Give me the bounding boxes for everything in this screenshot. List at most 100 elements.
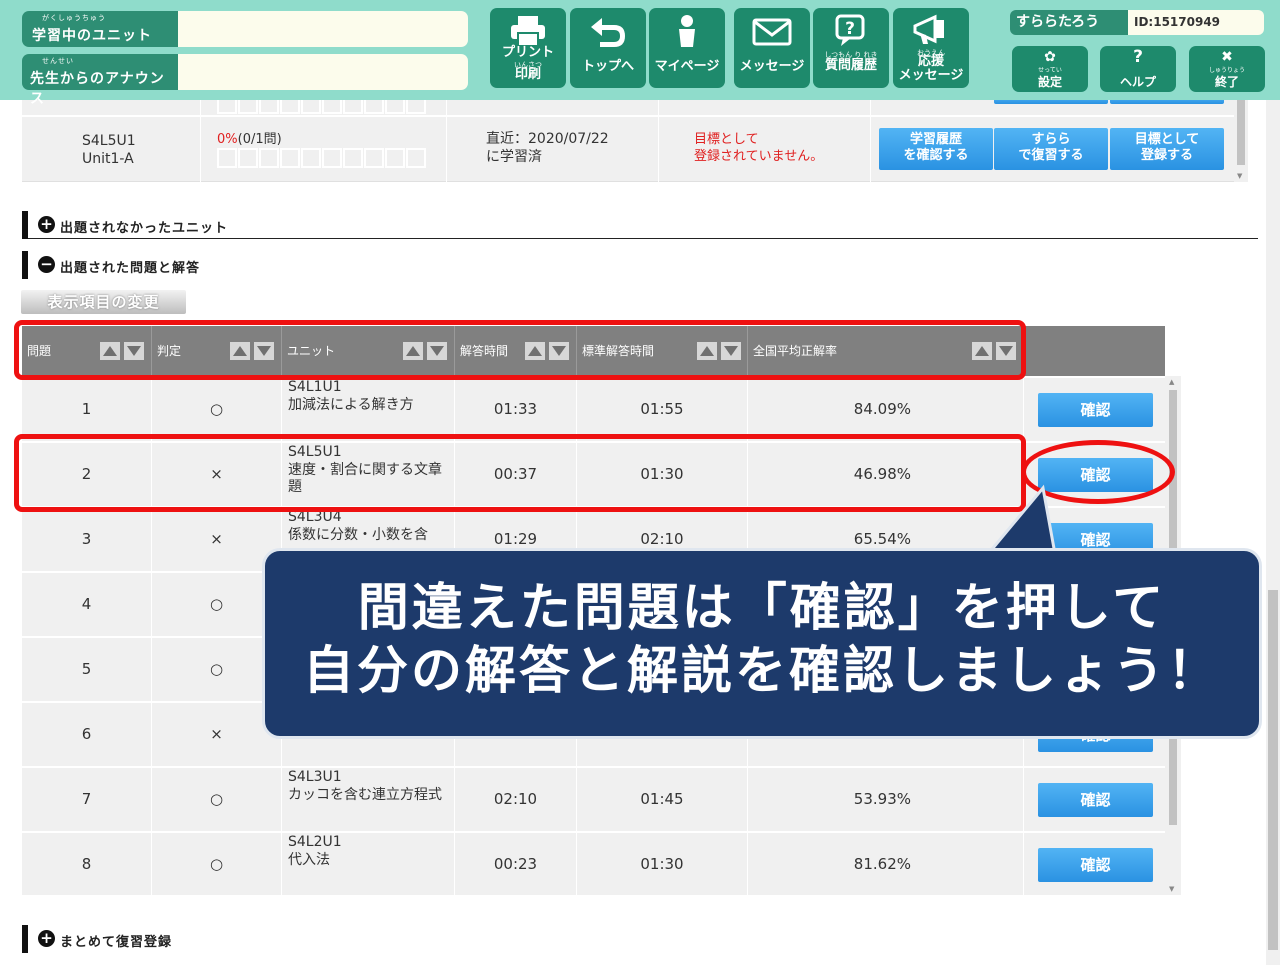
mypage-label: マイページ [654, 59, 720, 74]
learning-unit-value [178, 11, 468, 47]
register-goal-button[interactable]: 目標として 登録する [1110, 128, 1224, 170]
page-scrollbar-thumb[interactable] [1268, 590, 1278, 950]
cell-problem-no: 4 [22, 573, 152, 636]
cell-unit: S4L3U1 カッコを含む連立方程式 [282, 768, 455, 831]
print-label: プリント [501, 45, 554, 60]
cell-problem-no: 5 [22, 638, 152, 701]
learning-unit-row: がくしゅうちゅう 学習中のユニット [22, 11, 468, 47]
section-not-asked[interactable]: + 出題されなかったユニット [22, 211, 1258, 239]
th-problem: 問題 [22, 326, 152, 376]
cell-judge: ○ [152, 833, 282, 895]
settings-button[interactable]: ✿ せってい 設定 [1012, 46, 1088, 92]
confirm-button[interactable]: 確認 [1038, 783, 1153, 817]
review-button[interactable]: すらら で復習する [994, 128, 1108, 170]
sort-std-time[interactable] [693, 342, 741, 360]
cell-std-time: 01:55 [577, 378, 748, 441]
cell-unit: S4L2U1 代入法 [282, 833, 455, 895]
summary-scrollbar-thumb[interactable] [1237, 100, 1245, 165]
page-scrollbar[interactable] [1266, 100, 1280, 965]
settings-label: 設定 [1037, 75, 1062, 89]
sort-problem[interactable] [96, 342, 144, 360]
sort-asc-icon[interactable] [697, 342, 717, 360]
section-asked[interactable]: − 出題された問題と解答 [22, 251, 1258, 279]
section-bulk-review[interactable]: + まとめて復習登録 [22, 925, 1258, 953]
question-bubble-icon: ? [835, 14, 865, 46]
sort-asc-icon[interactable] [100, 342, 120, 360]
cell-national-rate: 53.93% [748, 768, 1024, 831]
sort-asc-icon[interactable] [403, 342, 423, 360]
view-history-button[interactable]: 学習履歴 を確認する [879, 128, 993, 170]
sort-national-rate[interactable] [968, 342, 1016, 360]
sort-judge[interactable] [226, 342, 274, 360]
cell-judge: ○ [152, 378, 282, 441]
cell-unit-code: S4L2U1 [288, 834, 342, 850]
cell-unit: S4L1U1 加減法による解き方 [282, 378, 455, 441]
print-button[interactable]: プリント いんさつ 印刷 [490, 8, 566, 88]
scroll-up-icon[interactable]: ▲ [1169, 378, 1174, 386]
cell-problem-no: 2 [22, 443, 152, 506]
view-history-l2: を確認する [903, 148, 969, 163]
help-button[interactable]: ? ヘルプ [1100, 46, 1176, 92]
question-history-button[interactable]: ? しつもん り れき 質問履歴 [813, 8, 889, 88]
sort-asc-icon[interactable] [972, 342, 992, 360]
cheer-label: 応援 [917, 54, 944, 69]
instruction-callout: 間違えた問題は「確認」を押して 自分の解答と解説を確認しましょう！ [262, 548, 1262, 739]
sort-desc-icon[interactable] [721, 342, 741, 360]
mypage-button[interactable]: マイページ [649, 8, 725, 88]
cell-problem-no: 6 [22, 703, 152, 766]
cell-answer-time: 00:23 [455, 833, 577, 895]
th-std-time-label: 標準解答時間 [582, 344, 655, 358]
plus-circle-icon[interactable]: + [38, 930, 55, 947]
problems-table-header: 問題 判定 ユニット 解答時間 標準解答時間 全国平均正解率 [22, 326, 1165, 376]
user-name: すららたろう [1010, 10, 1128, 35]
cell-answer-time: 02:10 [455, 768, 577, 831]
summary-rate: 0%(0/1問) [217, 128, 282, 147]
cell-judge: × [152, 443, 282, 506]
user-box: すららたろう ID:15170949 [1010, 10, 1264, 35]
cell-unit-name: 速度・割合に関する文章題 [288, 462, 442, 495]
display-change-button[interactable]: 表示項目の変更 [21, 290, 186, 314]
progress-boxes [217, 148, 427, 168]
megaphone-icon [913, 14, 944, 44]
message-button[interactable]: メッセージ [734, 8, 810, 88]
register-goal-l2: 登録する [1140, 148, 1193, 163]
sort-unit[interactable] [399, 342, 447, 360]
plus-circle-icon[interactable]: + [38, 216, 55, 233]
cell-answer-time: 00:37 [455, 443, 577, 506]
cell-answer-time: 01:33 [455, 378, 577, 441]
cell-unit-code: S4L5U1 [288, 444, 342, 460]
cell-std-time: 01:30 [577, 443, 748, 506]
help-icon: ? [1133, 47, 1143, 67]
sort-desc-icon[interactable] [549, 342, 569, 360]
sort-answer-time[interactable] [521, 342, 569, 360]
summary-goal-1: 目標として [694, 132, 759, 147]
learning-unit-label: がくしゅうちゅう 学習中のユニット [22, 11, 178, 47]
announcement-row: せんせい 先生からのアナウンス [22, 54, 468, 107]
print-label2: 印刷 [514, 67, 541, 82]
unit-summary-row: S4L5U1 Unit1-A 0%(0/1問) 直近：2020/07/22 に学… [22, 94, 1234, 182]
scroll-down-icon[interactable]: ▼ [1237, 172, 1242, 180]
sort-asc-icon[interactable] [525, 342, 545, 360]
sort-desc-icon[interactable] [254, 342, 274, 360]
scroll-down-icon[interactable]: ▼ [1169, 885, 1174, 893]
sort-asc-icon[interactable] [230, 342, 250, 360]
th-national-rate: 全国平均正解率 [748, 326, 1024, 376]
gear-icon: ✿ [1044, 49, 1056, 65]
envelope-icon [752, 18, 792, 46]
sort-desc-icon[interactable] [996, 342, 1016, 360]
summary-scrollbar[interactable]: ▼ [1234, 100, 1248, 182]
top-button[interactable]: トップへ [570, 8, 646, 88]
th-std-time: 標準解答時間 [577, 326, 748, 376]
confirm-button[interactable]: 確認 [1038, 393, 1153, 427]
cheer-message-button[interactable]: おうえん 応援 メッセージ [893, 8, 969, 88]
sort-desc-icon[interactable] [427, 342, 447, 360]
confirm-button[interactable]: 確認 [1038, 848, 1153, 882]
sort-desc-icon[interactable] [124, 342, 144, 360]
exit-button[interactable]: ✖ しゅうりょう 終了 [1189, 46, 1265, 92]
announcement-value [178, 54, 468, 90]
minus-circle-icon[interactable]: − [38, 256, 55, 273]
callout-line-2: 自分の解答と解説を確認しましょう！ [302, 642, 1221, 701]
th-judge: 判定 [152, 326, 282, 376]
section-asked-title: 出題された問題と解答 [60, 261, 201, 276]
table-row: 1 ○ S4L1U1 加減法による解き方 01:33 01:55 84.09% 確認 [22, 378, 1165, 443]
